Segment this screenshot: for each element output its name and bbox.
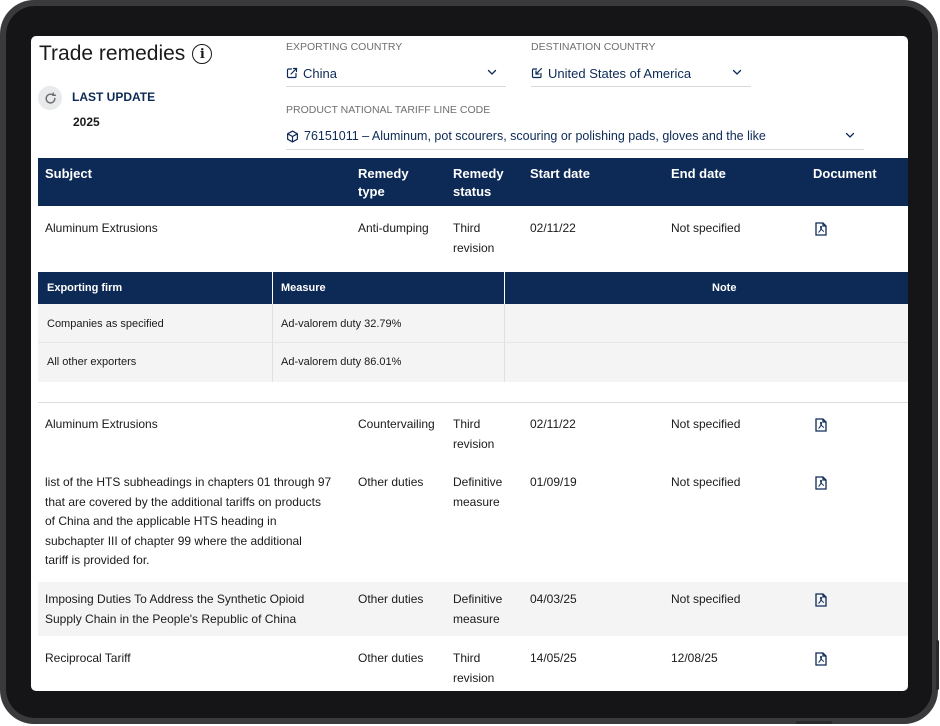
product-code-label: PRODUCT NATIONAL TARIFF LINE CODE (286, 104, 491, 116)
row-subject-line: list of the HTS subheadings in chapters … (45, 475, 332, 489)
pdf-icon[interactable] (815, 222, 827, 241)
row-remedy-type: Other duties (358, 651, 424, 665)
row-remedy-status-line: Definitive (453, 592, 503, 606)
row-remedy-status: Definitive measure (453, 473, 502, 512)
row-remedy-status-line: Third (453, 651, 481, 665)
divider (38, 342, 908, 343)
measure-row-firm: All other exporters (47, 356, 137, 368)
row-end-date: Not specified (671, 475, 741, 489)
refresh-icon[interactable] (38, 86, 62, 110)
product-code-select[interactable]: 76151011 – Aluminum, pot scourers, scour… (286, 123, 864, 150)
row-subject-line: Supply Chain in the People's Republic of… (45, 611, 297, 626)
col-document[interactable]: Document (813, 165, 877, 183)
row-start-date: 14/05/25 (530, 651, 577, 665)
row-remedy-type: Countervailing (358, 417, 435, 431)
pdf-icon[interactable] (815, 652, 827, 671)
page-title: Trade remedies i (39, 42, 213, 66)
destination-country-select[interactable]: United States of America (531, 60, 751, 87)
col-end-date[interactable]: End date (671, 165, 726, 183)
col-remedy-type[interactable]: Remedy type (358, 165, 409, 201)
destination-country-value: United States of America (548, 65, 692, 81)
col-remedy-status-line2: status (453, 184, 492, 199)
row-subject: Aluminum Extrusions (45, 221, 158, 235)
tablet-side-button (936, 640, 939, 690)
row-end-date: Not specified (671, 221, 741, 235)
row-subject-line: that are covered by the additional tarif… (45, 494, 321, 509)
col-remedy-status-line1: Remedy (453, 166, 504, 181)
col-note: Note (712, 282, 737, 294)
measure-row-measure: Ad-valorem duty 86.01% (281, 356, 402, 368)
col-remedy-type-line1: Remedy (358, 166, 409, 181)
row-remedy-type: Anti-dumping (358, 221, 429, 235)
row-subject: list of the HTS subheadings in chapters … (45, 473, 331, 571)
row-remedy-status-line: revision (453, 240, 495, 255)
product-code-value: 76151011 – Aluminum, pot scourers, scour… (304, 129, 766, 143)
divider (272, 272, 273, 304)
measure-row-measure: Ad-valorem duty 32.79% (281, 318, 402, 330)
row-subject-line: Imposing Duties To Address the Synthetic… (45, 592, 305, 606)
pdf-icon[interactable] (815, 418, 827, 437)
row-subject-line: tariff is provided for. (45, 553, 150, 567)
app-screen: Trade remedies i LAST UPDATE 2025 EXPORT… (31, 36, 908, 691)
chevron-down-icon[interactable] (486, 66, 498, 81)
row-remedy-status-line: measure (453, 611, 500, 626)
row-subject: Aluminum Extrusions (45, 417, 158, 431)
exporting-country-label: EXPORTING COUNTRY (286, 41, 403, 53)
measure-row-firm: Companies as specified (47, 318, 164, 330)
divider (504, 272, 505, 304)
row-subject: Imposing Duties To Address the Synthetic… (45, 590, 304, 629)
row-remedy-type: Other duties (358, 475, 424, 489)
col-measure: Measure (281, 282, 326, 294)
destination-country-label: DESTINATION COUNTRY (531, 41, 656, 53)
box-icon (286, 129, 299, 143)
arrow-out-icon (286, 67, 298, 79)
row-remedy-status-line: Third (453, 221, 481, 235)
row-start-date: 04/03/25 (530, 592, 577, 606)
info-icon[interactable]: i (192, 44, 213, 64)
table-header: Subject Remedy type Remedy status Start … (38, 158, 908, 206)
row-start-date: 01/09/19 (530, 475, 577, 489)
exporting-country-select[interactable]: China (286, 60, 506, 87)
row-remedy-status-line: Third (453, 417, 481, 431)
row-remedy-status: Definitive measure (453, 590, 502, 629)
divider (272, 304, 273, 382)
row-end-date: 12/08/25 (671, 651, 718, 665)
row-end-date: Not specified (671, 417, 741, 431)
divider (504, 304, 505, 382)
measures-header: Exporting firm Measure Note (38, 272, 908, 304)
page-title-text: Trade remedies (39, 42, 186, 65)
pdf-icon[interactable] (815, 593, 827, 612)
row-subject-line: of China and the applicable HTS heading … (45, 514, 277, 528)
col-remedy-status[interactable]: Remedy status (453, 165, 504, 201)
tablet-frame: Trade remedies i LAST UPDATE 2025 EXPORT… (0, 0, 939, 724)
row-end-date: Not specified (671, 592, 741, 606)
col-subject[interactable]: Subject (45, 165, 92, 183)
row-remedy-type: Other duties (358, 592, 424, 606)
col-remedy-type-line2: type (358, 184, 385, 199)
row-remedy-status: Third revision (453, 415, 494, 454)
col-exporting-firm: Exporting firm (47, 282, 123, 294)
row-remedy-status: Third revision (453, 219, 494, 258)
pdf-icon[interactable] (815, 476, 827, 495)
row-remedy-status-line: measure (453, 494, 500, 509)
measures-body: Companies as specified Ad-valorem duty 3… (38, 304, 908, 382)
chevron-down-icon[interactable] (844, 129, 856, 144)
row-start-date: 02/11/22 (530, 221, 576, 235)
exporting-country-value: China (303, 65, 337, 81)
divider (38, 402, 908, 403)
last-update-value: 2025 (73, 115, 100, 129)
last-update-label: LAST UPDATE (72, 90, 156, 104)
row-remedy-status-line: Definitive (453, 475, 503, 489)
row-remedy-status-line: revision (453, 670, 495, 685)
row-start-date: 02/11/22 (530, 417, 576, 431)
row-remedy-status-line: revision (453, 436, 495, 451)
row-subject-line: subchapter III of chapter 99 where the a… (45, 533, 302, 548)
arrow-in-icon (531, 67, 543, 79)
tablet-bottom-button (796, 721, 832, 724)
col-start-date[interactable]: Start date (530, 165, 590, 183)
row-remedy-status: Third revision (453, 649, 494, 688)
row-subject: Reciprocal Tariff (45, 651, 131, 665)
chevron-down-icon[interactable] (731, 66, 743, 81)
